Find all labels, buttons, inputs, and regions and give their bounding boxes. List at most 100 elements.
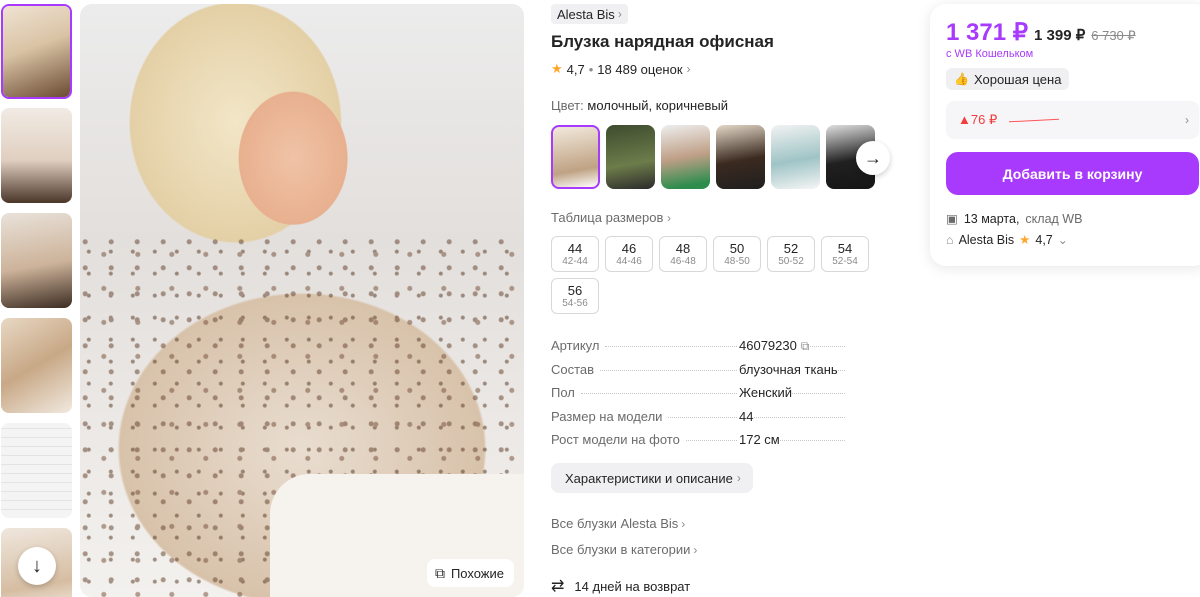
- spec-row: Размер на модели 44: [551, 408, 851, 433]
- price-history-button[interactable]: ▲76 ₽ ›: [946, 101, 1199, 139]
- size-option-48[interactable]: 48 46-48: [659, 236, 707, 272]
- size-number: 46: [621, 240, 637, 256]
- returns-label: 14 дней на возврат: [574, 578, 691, 594]
- thumbnail-image: [1, 213, 72, 308]
- brand-link-label: Все блузки Alesta Bis: [551, 516, 679, 531]
- main-product-image[interactable]: ⧉ Похожие: [80, 4, 524, 597]
- color-swatch-5[interactable]: [771, 125, 820, 189]
- separator-dot: •: [588, 61, 594, 77]
- price-trend-line: [1009, 118, 1060, 122]
- chevron-down-icon: ⌄: [1057, 232, 1068, 247]
- spec-leader: [580, 393, 845, 394]
- rating-value: 4,7: [566, 61, 585, 77]
- size-options: 44 42-44 46 44-46 48 46-48 50 48-50 52 50-52 54 52-…: [551, 236, 871, 314]
- seller-name: Alesta Bis: [958, 232, 1015, 247]
- color-label-text: Цвет:: [551, 98, 584, 113]
- similar-button[interactable]: ⧉ Похожие: [426, 559, 514, 587]
- spec-key: Артикул: [551, 338, 600, 353]
- spec-leader: [668, 416, 845, 418]
- thumbnail-1[interactable]: [1, 4, 72, 99]
- color-label: Цвет: молочный, коричневый: [551, 98, 728, 113]
- delivery-place: склад WB: [1025, 211, 1083, 226]
- returns-info: ⇄ 14 дней на возврат: [551, 576, 690, 596]
- copy-icon[interactable]: ⧉: [801, 339, 810, 353]
- size-number: 44: [567, 240, 583, 256]
- size-option-50[interactable]: 50 48-50: [713, 236, 761, 272]
- thumbnail-4[interactable]: [1, 318, 72, 413]
- chevron-right-icon: ›: [693, 542, 698, 557]
- thumbnail-image: [1, 108, 72, 203]
- star-icon: ★: [551, 61, 563, 76]
- price-card: 1 371 ₽ 1 399 ₽ 6 730 ₽ с WB Кошельком 👍…: [930, 4, 1200, 266]
- price-row: 1 371 ₽ 1 399 ₽ 6 730 ₽: [946, 18, 1136, 47]
- size-number: 52: [783, 240, 799, 256]
- seller-info[interactable]: ⌂ Alesta Bis ★ 4,7 ⌄: [946, 232, 1068, 248]
- spec-value-text: блузочная ткань: [739, 361, 838, 377]
- size-option-52[interactable]: 52 50-52: [767, 236, 815, 272]
- thumbnail-2[interactable]: [1, 108, 72, 203]
- spec-value: Женский: [737, 385, 792, 400]
- reviews-count: 18 489 оценок: [597, 61, 683, 77]
- size-option-54[interactable]: 54 52-54: [821, 236, 869, 272]
- chevron-right-icon: ›: [667, 211, 672, 225]
- size-range: 50-52: [778, 255, 804, 267]
- size-range: 54-56: [562, 297, 588, 309]
- color-options: [551, 125, 875, 189]
- colors-next-button[interactable]: →: [856, 141, 890, 175]
- spec-row: Состав блузочная ткань: [551, 361, 851, 386]
- chevron-right-icon: ›: [736, 471, 741, 485]
- brand-chip[interactable]: Alesta Bis ›: [551, 4, 628, 24]
- category-link[interactable]: Все блузки в категории ›: [551, 542, 697, 557]
- chevron-right-icon: ›: [1185, 113, 1189, 127]
- size-option-46[interactable]: 46 44-46: [605, 236, 653, 272]
- size-option-44[interactable]: 44 42-44: [551, 236, 599, 272]
- size-table-link[interactable]: Таблица размеров ›: [551, 210, 671, 225]
- color-swatch-2[interactable]: [606, 125, 655, 189]
- spec-value: 46079230 ⧉: [737, 338, 810, 354]
- description-button[interactable]: Характеристики и описание ›: [551, 463, 753, 493]
- spec-key: Размер на модели: [551, 408, 663, 424]
- category-link-label: Все блузки в категории: [551, 542, 691, 557]
- thumbnail-3[interactable]: [1, 213, 72, 308]
- good-price-label: Хорошая цена: [973, 71, 1062, 87]
- spec-value-text: 44: [739, 408, 754, 424]
- delivery-date: 13 марта,: [963, 211, 1020, 226]
- size-range: 46-48: [670, 255, 696, 267]
- spec-row: Пол Женский: [551, 385, 851, 409]
- wallet-note[interactable]: с WB Кошельком: [946, 48, 1033, 60]
- thumbs-up-icon: 👍: [954, 72, 969, 86]
- product-title: Блузка нарядная офисная: [551, 32, 774, 51]
- size-number: 50: [729, 240, 745, 256]
- spec-key: Состав: [551, 361, 595, 377]
- arrow-down-icon: ↓: [32, 554, 42, 577]
- size-range: 42-44: [562, 255, 588, 267]
- spec-row: Артикул 46079230 ⧉: [551, 338, 851, 362]
- thumbnail-5[interactable]: [1, 423, 72, 518]
- spec-row: Рост модели на фото 172 см: [551, 432, 851, 456]
- size-number: 56: [567, 282, 583, 298]
- arrow-right-icon: →: [864, 147, 882, 168]
- brand-link[interactable]: Все блузки Alesta Bis ›: [551, 516, 685, 531]
- color-value: молочный, коричневый: [587, 98, 728, 113]
- add-to-cart-button[interactable]: Добавить в корзину: [946, 152, 1199, 195]
- color-swatch-3[interactable]: [661, 125, 710, 189]
- color-swatch-4[interactable]: [716, 125, 765, 189]
- size-number: 54: [837, 240, 853, 256]
- chevron-right-icon: ›: [686, 62, 691, 76]
- color-swatch-1[interactable]: [551, 125, 600, 189]
- spec-key: Рост модели на фото: [551, 432, 680, 447]
- size-range: 48-50: [724, 255, 750, 267]
- good-price-badge: 👍 Хорошая цена: [946, 68, 1070, 90]
- spec-value-text: Женский: [739, 385, 792, 400]
- similar-search-icon: ⧉: [434, 564, 445, 581]
- thumbnail-image: [3, 6, 70, 97]
- spec-value-text: 46079230: [739, 338, 797, 353]
- price-current: 1 371 ₽: [946, 19, 1028, 46]
- thumbnail-image: [1, 318, 72, 413]
- scroll-down-button[interactable]: ↓: [18, 547, 56, 585]
- rating-row[interactable]: ★ 4,7 • 18 489 оценок ›: [551, 61, 691, 77]
- price-change: ▲76 ₽: [958, 112, 998, 127]
- spec-value: 44: [737, 408, 754, 424]
- size-option-56[interactable]: 56 54-56: [551, 278, 599, 314]
- size-number: 48: [675, 240, 691, 256]
